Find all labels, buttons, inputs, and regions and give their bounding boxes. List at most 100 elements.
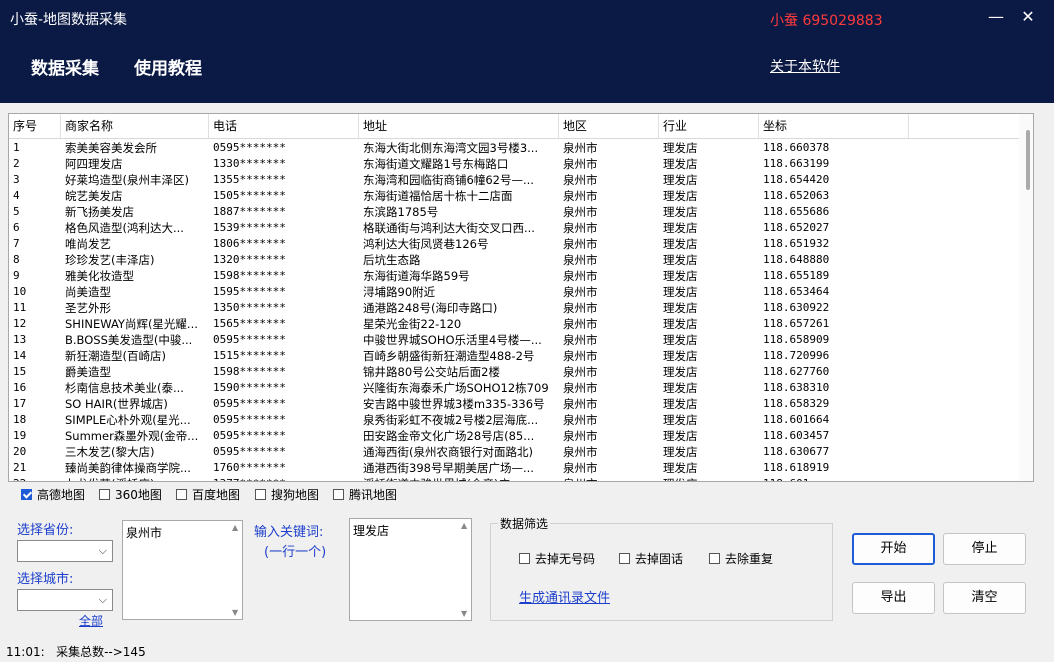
cell-index: 20 xyxy=(13,445,27,458)
table-row[interactable]: 18 SIMPLE心朴外观(星光... 0595******* 泉秀街彩虹不夜城2号楼… xyxy=(9,412,1033,428)
cell-index: 5 xyxy=(13,205,20,218)
table-header: 序号 商家名称 电话 地址 地区 行业 坐标 xyxy=(9,114,1033,139)
table-row[interactable]: 8 珍珍发艺(丰泽店) 1320******* 后坑生态路 泉州市 理发店 118.6488… xyxy=(9,252,1033,268)
cell-index: 14 xyxy=(13,349,27,362)
chevron-down-icon: ⌵ xyxy=(98,593,107,606)
export-contacts-link[interactable]: 生成通讯录文件 xyxy=(519,587,610,606)
map-360-checkbox[interactable]: 360地图 xyxy=(99,486,162,503)
table-row[interactable]: 21 臻尚美韵律体操商学院... 1760******* 通港西街398号早期美居广场… xyxy=(9,460,1033,476)
cell-coord: 118.655189 xyxy=(763,269,830,282)
table-row[interactable]: 15 爵美造型 1598******* 锦井路80号公交站后面2楼 泉州市 理发店 118.… xyxy=(9,364,1033,380)
cell-address: 东滨路1785号 xyxy=(363,205,439,219)
cell-phone: 1598******* xyxy=(213,365,286,378)
header-phone[interactable]: 电话 xyxy=(209,114,359,138)
table-row[interactable]: 16 杉南信息技术美业(泰... 1590******* 兴隆街东海泰禾广场SOHO1… xyxy=(9,380,1033,396)
cell-index: 18 xyxy=(13,413,27,426)
table-row[interactable]: 14 新狂潮造型(百崎店) 1515******* 百崎乡朝盛街新狂潮造型488-2号… xyxy=(9,348,1033,364)
start-button[interactable]: 开始 xyxy=(852,533,935,565)
cell-region: 泉州市 xyxy=(559,476,659,481)
cell-coord: 118.618919 xyxy=(763,461,830,474)
cell-name: 格色风造型(鸿利达大... xyxy=(65,221,184,235)
table-row[interactable]: 5 新飞扬美发店 1887******* 东滨路1785号 泉州市 理发店 118.6556… xyxy=(9,204,1033,220)
cell-phone: 0595******* xyxy=(213,397,286,410)
table-row[interactable]: 1 索美美容美发会所 0595******* 东海大街北侧东海湾文园3号楼3... 泉州… xyxy=(9,140,1033,156)
table-row[interactable]: 10 尚美造型 1595******* 浔埔路90附近 泉州市 理发店 118.653464 xyxy=(9,284,1033,300)
cell-region: 泉州市 xyxy=(563,269,598,283)
map-baidu-checkbox[interactable]: 百度地图 xyxy=(176,486,240,503)
checkbox-icon xyxy=(333,489,344,500)
cell-industry: 理发店 xyxy=(663,429,698,443)
clear-button[interactable]: 清空 xyxy=(943,582,1026,614)
header-industry[interactable]: 行业 xyxy=(659,114,759,138)
menu-tutorial[interactable]: 使用教程 xyxy=(134,54,202,79)
table-row[interactable]: 3 好莱坞造型(泉州丰泽区) 1355******* 东海湾和园临街商铺6幢62号—.… xyxy=(9,172,1033,188)
filter-duplicate[interactable]: 去除重复 xyxy=(709,550,773,567)
table-row[interactable]: 12 SHINEWAY尚辉(星光耀... 1565******* 星荣光金街22-12… xyxy=(9,316,1033,332)
table-row[interactable]: 4 皖艺美发店 1505******* 东海街道福恰居十栋十二店面 泉州市 理发店 118.… xyxy=(9,188,1033,204)
table-row[interactable]: 13 B.BOSS美发造型(中骏... 0595******* 中骏世界城SOHO乐活… xyxy=(9,332,1033,348)
cell-address: 鸿利达大街凤贤巷126号 xyxy=(363,237,489,251)
header-address[interactable]: 地址 xyxy=(359,114,559,138)
province-select[interactable]: ⌵ xyxy=(17,540,113,562)
table-row[interactable]: 20 三木发艺(黎大店) 0595******* 通海西街(泉州农商银行对面路北) 泉州… xyxy=(9,444,1033,460)
filter-no-phone[interactable]: 去掉无号码 xyxy=(519,550,595,567)
scroll-down-icon[interactable]: ▼ xyxy=(461,609,467,618)
keyword-input[interactable]: 理发店 ▲ ▼ xyxy=(349,518,472,621)
select-all-link[interactable]: 全部 xyxy=(79,612,103,629)
map-tencent-checkbox[interactable]: 腾讯地图 xyxy=(333,486,397,503)
map-amap-checkbox[interactable]: 高德地图 xyxy=(21,486,85,503)
cell-industry: 理发店 xyxy=(663,205,698,219)
cell-region: 泉州市 xyxy=(563,365,598,379)
results-table[interactable]: 序号 商家名称 电话 地址 地区 行业 坐标 1 索美美容美发会所 0595****… xyxy=(8,113,1034,482)
map-sogou-checkbox[interactable]: 搜狗地图 xyxy=(255,486,319,503)
export-button[interactable]: 导出 xyxy=(852,582,935,614)
map-label: 腾讯地图 xyxy=(349,488,398,502)
cell-index: 3 xyxy=(13,173,20,186)
table-row[interactable]: 19 Summer森墨外观(金帝... 0595******* 田安路金帝文化广场28… xyxy=(9,428,1033,444)
cell-name: Summer森墨外观(金帝... xyxy=(65,429,199,443)
table-row[interactable]: 2 阿四理发店 1330******* 东海街道文耀路1号东梅路口 泉州市 理发店 118.… xyxy=(9,156,1033,172)
table-scrollbar[interactable] xyxy=(1019,114,1033,481)
checkbox-icon xyxy=(519,553,530,564)
cell-address: 田安路金帝文化广场28号店(85... xyxy=(363,429,535,443)
map-label: 百度地图 xyxy=(192,488,241,502)
cell-address: 通海西街(泉州农商银行对面路北) xyxy=(363,445,533,459)
header-region[interactable]: 地区 xyxy=(559,114,659,138)
table-row[interactable]: 6 格色风造型(鸿利达大... 1539******* 格联通街与鸿利达大街交叉口西.… xyxy=(9,220,1033,236)
keyword-scrollbar[interactable]: ▲ ▼ xyxy=(459,519,471,620)
scroll-up-icon[interactable]: ▲ xyxy=(232,523,238,532)
header-index[interactable]: 序号 xyxy=(9,114,61,138)
cell-phone: 1515******* xyxy=(213,349,286,362)
close-icon[interactable]: ✕ xyxy=(1014,6,1042,28)
cell-address: 浮桥街道中骏世界城(金帝)广... xyxy=(359,476,559,481)
filter-landline[interactable]: 去掉固话 xyxy=(619,550,683,567)
scroll-thumb[interactable] xyxy=(1026,130,1030,190)
cell-coord: 118.655686 xyxy=(763,205,830,218)
table-row[interactable]: 17 SO HAIR(世界城店) 0595******* 安吉路中骏世界城3楼m335… xyxy=(9,396,1033,412)
menu-collect[interactable]: 数据采集 xyxy=(31,54,99,79)
about-link[interactable]: 关于本软件 xyxy=(770,56,840,76)
cell-industry: 理发店 xyxy=(663,333,698,347)
cell-name: 索美美容美发会所 xyxy=(65,141,157,155)
table-row[interactable]: 11 圣艺外形 1350******* 通港路248号(海印寺路口) 泉州市 理发店 118… xyxy=(9,300,1033,316)
table-row[interactable]: 22九龙发艺(浮桥店)1377*******浮桥街道中骏世界城(金帝)广...泉… xyxy=(9,476,1033,481)
city-list[interactable]: 泉州市 ▲ ▼ xyxy=(122,520,243,620)
table-row[interactable]: 7 唯尚发艺 1806******* 鸿利达大街凤贤巷126号 泉州市 理发店 118.65… xyxy=(9,236,1033,252)
header-name[interactable]: 商家名称 xyxy=(61,114,209,138)
header-coord[interactable]: 坐标 xyxy=(759,114,909,138)
stop-button[interactable]: 停止 xyxy=(943,533,1026,565)
scroll-up-icon[interactable]: ▲ xyxy=(461,521,467,530)
table-row[interactable]: 9 雅美化妆造型 1598******* 东海街道海华路59号 泉州市 理发店 118.65… xyxy=(9,268,1033,284)
city-list-scrollbar[interactable]: ▲ ▼ xyxy=(230,521,242,619)
cell-address: 浔埔路90附近 xyxy=(363,285,436,299)
map-label: 360地图 xyxy=(115,488,162,502)
cell-coord: 118.651932 xyxy=(763,237,830,250)
cell-index: 8 xyxy=(13,253,20,266)
map-label: 搜狗地图 xyxy=(271,488,320,502)
cell-coord: 118.601 xyxy=(759,476,909,481)
city-select[interactable]: ⌵ xyxy=(17,589,113,611)
cell-index: 4 xyxy=(13,189,20,202)
minimize-icon[interactable]: — xyxy=(982,6,1010,28)
cell-address: 兴隆街东海泰禾广场SOHO12栋709 xyxy=(363,381,549,395)
scroll-down-icon[interactable]: ▼ xyxy=(232,608,238,617)
